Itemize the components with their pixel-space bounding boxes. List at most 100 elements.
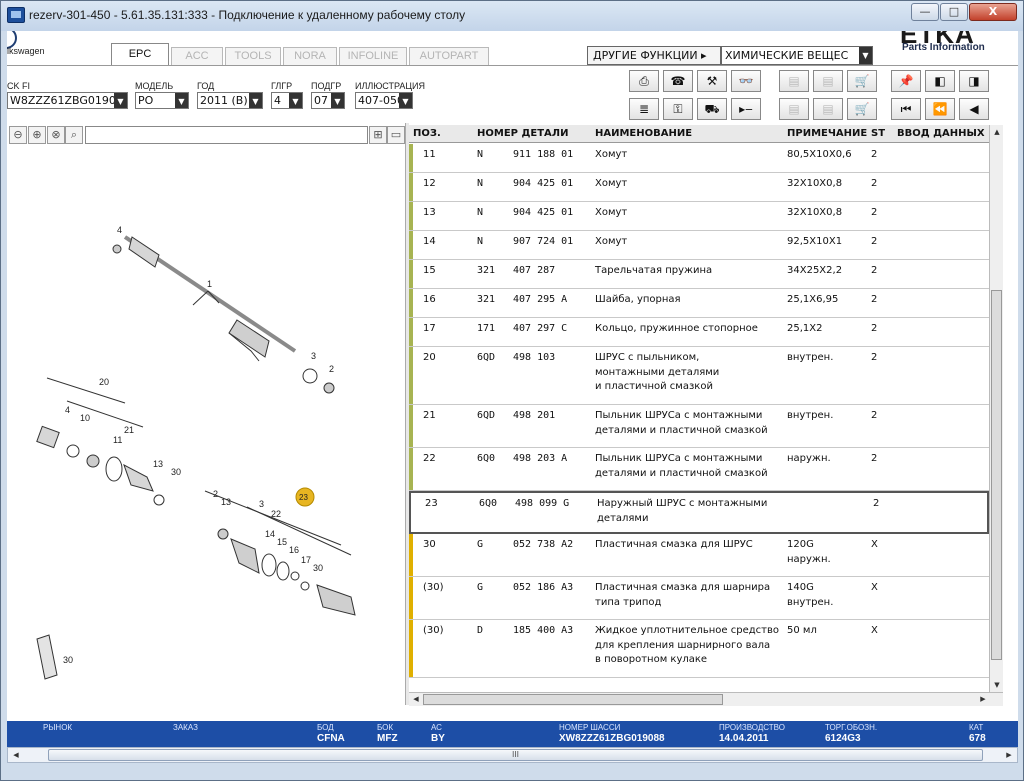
info-icon[interactable]: ▤ (779, 98, 809, 120)
cell-pos: 13 (423, 207, 436, 218)
book-next-icon[interactable]: ◨ (959, 70, 989, 92)
chemicals-select[interactable]: ХИМИЧЕСКИЕ ВЕЩЕС ▼ (721, 46, 873, 65)
elsa-icon[interactable]: ▤ (779, 70, 809, 92)
book-prev-icon[interactable]: ◧ (925, 70, 955, 92)
search-icon[interactable]: ⌕ (65, 126, 83, 144)
prev-icon[interactable]: ⏪ (925, 98, 955, 120)
col-pos[interactable]: ПОЗ. (413, 128, 441, 139)
table-row[interactable]: 16 321 407 295 A Шайба, упорная 25,1X6,95 2 (409, 289, 989, 318)
table-row[interactable]: 14 N 907 724 01 Хомут 92,5X10X1 2 (409, 231, 989, 260)
zoom-fit-icon[interactable]: ⊗ (47, 126, 65, 144)
cell-name: Шайба, упорная (595, 294, 681, 305)
list-icon[interactable]: ≣ (629, 98, 659, 120)
key-icon[interactable]: ⚿ (663, 98, 693, 120)
tab-nora[interactable]: NORA (283, 47, 337, 65)
table-vertical-scrollbar[interactable]: ▲ ▼ (989, 125, 1003, 692)
table-row[interactable]: 30 G 052 738 A2 Пластичная смазка для ШРУС 1… (409, 534, 989, 577)
cell-part-number: 498 203 A (513, 453, 568, 464)
layout-split-icon[interactable]: ⊞ (369, 126, 387, 144)
table-row[interactable]: 12 N 904 425 01 Хомут 32X10X0,8 2 (409, 173, 989, 202)
print-icon[interactable]: ⎙ (629, 70, 659, 92)
other-functions-button[interactable]: ДРУГИЕ ФУНКЦИИ ▸ (587, 46, 721, 65)
col-st[interactable]: ST (871, 128, 885, 139)
table-row[interactable]: (30) D 185 400 A3 Жидкое уплотнительное сре… (409, 620, 989, 678)
maximize-button[interactable]: □ (940, 3, 968, 21)
col-name[interactable]: НАИМЕНОВАНИЕ (595, 128, 692, 139)
parts-table-header: ПОЗ. НОМЕР ДЕТАЛИ НАИМЕНОВАНИЕ ПРИМЕЧАНИ… (409, 125, 989, 143)
illustration-select[interactable]: 407-050 ▼ (355, 92, 413, 109)
vw-logo: lkswagen (7, 31, 67, 63)
zoom-out-icon[interactable]: ⊖ (9, 126, 27, 144)
list-icon-glyph: ≣ (638, 102, 650, 116)
tab-tools[interactable]: TOOLS (225, 47, 281, 65)
row-status-bar (409, 620, 413, 677)
table-row[interactable]: 22 6Q0 498 203 A Пыльник ШРУСа с монтажными… (409, 448, 989, 491)
arrow-icon[interactable]: ▸‒ (731, 98, 761, 120)
glasses-icon[interactable]: 👓 (731, 70, 761, 92)
rdp-scroll-left-icon[interactable]: ◀ (10, 749, 22, 761)
window-title: rezerv-301-450 - 5.61.35.131:333 - Подкл… (29, 8, 466, 22)
cell-part-number: 498 201 (513, 410, 556, 421)
handshake-icon[interactable]: ⚒ (697, 70, 727, 92)
table-row[interactable]: 11 N 911 188 01 Хомут 80,5X10X0,6 2 (409, 144, 989, 173)
cart-out-icon[interactable]: 🛒 (847, 70, 877, 92)
first-icon[interactable]: ⏮ (891, 98, 921, 120)
year-select[interactable]: 2011 (B) ▼ (197, 92, 263, 109)
row-status-bar (409, 448, 413, 490)
cell-note: 92,5X10X1 (787, 236, 843, 247)
cart-icon[interactable]: 🛒 (847, 98, 877, 120)
row-status-bar (411, 493, 415, 532)
cell-note: 120G наружн. (787, 539, 831, 565)
vehicle-status-bar: РЫНОК ЗАКАЗ БОД CFNA БОК MFZ АС BY НОМЕР… (7, 721, 1018, 747)
cell-name: Тарельчатая пружина (595, 265, 713, 276)
scroll-down-icon[interactable]: ▼ (991, 679, 1003, 691)
rdp-horizontal-scrollbar[interactable]: ◀ III ▶ (7, 747, 1018, 763)
table-horizontal-scrollbar[interactable]: ◀ ▶ (409, 692, 1003, 706)
cell-pos: (30) (423, 582, 444, 593)
scroll-up-icon[interactable]: ▲ (991, 126, 1003, 138)
tab-infoline[interactable]: INFOLINE (339, 47, 407, 65)
table-row[interactable]: 23 6Q0 498 099 G Наружный ШРУС с монтажными… (409, 491, 989, 534)
zoom-in-icon[interactable]: ⊕ (28, 126, 46, 144)
model-select[interactable]: PO ▼ (135, 92, 189, 109)
layout-full-icon[interactable]: ▭ (387, 126, 405, 144)
vin-select[interactable]: W8ZZZ61ZBG019088 ▼ (7, 92, 128, 109)
table-row[interactable]: 20 6QD 498 103 ШРУС с пыльником, монтажными… (409, 347, 989, 405)
tab-epc[interactable]: EPC (111, 43, 169, 65)
scroll-left-icon[interactable]: ◀ (410, 693, 422, 705)
tab-acc[interactable]: ACC (171, 47, 223, 65)
pin-icon[interactable]: 📌 (891, 70, 921, 92)
phone-icon[interactable]: ☎ (663, 70, 693, 92)
table-row[interactable]: 15 321 407 287 Тарельчатая пружина 34X25X2,2… (409, 260, 989, 289)
rdp-scroll-right-icon[interactable]: ▶ (1003, 749, 1015, 761)
tab-autopart[interactable]: AUTOPART (409, 47, 489, 65)
depot-icon[interactable]: ▤ (813, 70, 843, 92)
col-part-number[interactable]: НОМЕР ДЕТАЛИ (477, 128, 568, 139)
col-input[interactable]: ВВОД ДАННЫХ ПО (897, 128, 989, 139)
chevron-down-icon: ▼ (289, 93, 302, 108)
horizontal-scroll-thumb[interactable] (423, 694, 723, 705)
close-button[interactable]: X (969, 3, 1017, 21)
table-row[interactable]: 13 N 904 425 01 Хомут 32X10X0,8 2 (409, 202, 989, 231)
vertical-scroll-thumb[interactable] (991, 290, 1002, 660)
car-icon[interactable]: ⛟ (697, 98, 727, 120)
cell-st: 2 (871, 207, 878, 218)
cell-name: Хомут (595, 178, 628, 189)
book-prev-icon-glyph: ◧ (934, 74, 946, 88)
podgr-select[interactable]: 07 ▼ (311, 92, 345, 109)
cell-note: 32X10X0,8 (787, 178, 843, 189)
col-note[interactable]: ПРИМЕЧАНИЕ (787, 128, 867, 139)
cell-part-number: 907 724 01 (513, 236, 574, 247)
diagram-search-input[interactable] (85, 126, 368, 144)
table-row[interactable]: 21 6QD 498 201 Пыльник ШРУСа с монтажными д… (409, 405, 989, 448)
glgr-select[interactable]: 4 ▼ (271, 92, 303, 109)
table-row[interactable]: 17 171 407 297 C Кольцо, пружинное стопорно… (409, 318, 989, 347)
table-row[interactable]: (30) G 052 186 A3 Пластичная смазка для шар… (409, 577, 989, 620)
pin-icon-glyph: 📌 (898, 74, 914, 88)
rdp-scroll-thumb[interactable]: III (48, 749, 983, 761)
minimize-button[interactable]: — (911, 3, 939, 21)
back-icon[interactable]: ◀ (959, 98, 989, 120)
cell-part-number: 407 287 (513, 265, 556, 276)
scroll-right-icon[interactable]: ▶ (977, 693, 989, 705)
sub-icon[interactable]: ▤ (813, 98, 843, 120)
